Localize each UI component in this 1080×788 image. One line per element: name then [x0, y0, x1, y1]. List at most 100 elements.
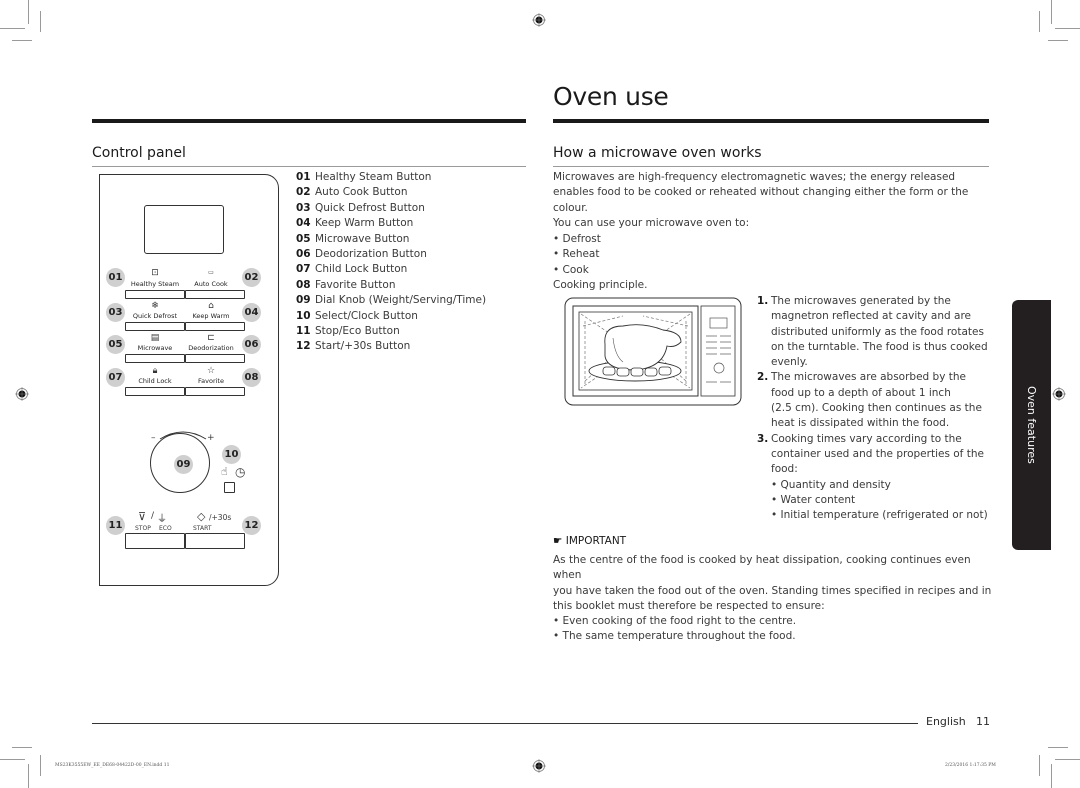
important-note: ☛ IMPORTANT As the centre of the food is… — [553, 534, 993, 645]
uses-intro: You can use your microwave oven to: — [553, 216, 750, 229]
legend-text: Child Lock Button — [315, 263, 408, 276]
intro-line: colour. — [553, 201, 588, 214]
step-item: 1. The microwaves generated by the magne… — [757, 294, 997, 370]
keep-warm-button[interactable] — [185, 322, 245, 331]
principle-label: Cooking principle. — [553, 279, 648, 292]
important-bullet: The same temperature throughout the food… — [553, 629, 993, 644]
registration-mark-icon — [1052, 387, 1066, 401]
legend-item: 01 Healthy Steam Button — [296, 170, 431, 185]
legend-number: 09 — [296, 294, 311, 307]
quick-defrost-button[interactable] — [125, 322, 185, 331]
stop-slash: / — [151, 511, 155, 521]
start-button[interactable] — [185, 533, 245, 549]
step-line: Cooking times vary according to the — [771, 432, 962, 445]
crop-mark — [1051, 0, 1052, 24]
important-bullet: Even cooking of the food right to the ce… — [553, 614, 993, 629]
section-rule — [92, 166, 526, 167]
intro-paragraph: Microwaves are high-frequency electromag… — [553, 170, 993, 293]
legend-number: 11 — [296, 325, 311, 337]
legend-number: 08 — [296, 278, 311, 291]
registration-mark-icon — [532, 759, 546, 773]
use-item: Reheat — [553, 247, 993, 262]
auto-cook-label: Auto Cook — [194, 280, 228, 288]
callout-09: 09 — [174, 455, 193, 474]
eco-label: ECO — [159, 525, 172, 532]
stop-eco-button[interactable] — [125, 533, 185, 549]
legend-item: 08 Favorite Button — [296, 278, 395, 293]
legend-number: 01 — [296, 171, 311, 183]
callout-12: 12 — [242, 516, 261, 535]
crop-mark — [1051, 764, 1052, 788]
auto-icon: ▭ — [208, 269, 214, 276]
select-clock-button[interactable] — [224, 482, 235, 493]
display-screen — [144, 205, 224, 254]
crop-mark — [40, 11, 41, 32]
microwave-illustration — [564, 297, 742, 406]
callout-02: 02 — [242, 268, 261, 287]
legend-text: Dial Knob (Weight/Serving/Time) — [315, 294, 487, 307]
timestamp: 2/23/2016 1:17:35 PM — [945, 763, 996, 768]
legend-text: Healthy Steam Button — [315, 171, 432, 183]
legend-item: 10 Select/Clock Button — [296, 309, 418, 324]
legend-number: 02 — [296, 186, 311, 199]
crop-mark — [28, 764, 29, 788]
legend-item: 09 Dial Knob (Weight/Serving/Time) — [296, 293, 486, 308]
crop-mark — [1039, 11, 1040, 32]
legend-item: 11 Stop/Eco Button — [296, 324, 400, 339]
favorite-button[interactable] — [185, 387, 245, 396]
intro-line: enables food to be cooked or reheated wi… — [553, 186, 969, 199]
start-extra-label: /+30s — [209, 513, 232, 522]
legend-item: 02 Auto Cook Button — [296, 185, 408, 200]
registration-mark-icon — [532, 13, 546, 27]
microwave-button[interactable] — [125, 354, 185, 363]
use-item: Cook — [553, 263, 993, 278]
section-tab-label: Oven features — [1025, 386, 1038, 464]
crop-mark — [1039, 755, 1040, 776]
legend-item: 05 Microwave Button — [296, 232, 409, 247]
deodorization-button[interactable] — [185, 354, 245, 363]
legend-number: 12 — [296, 340, 311, 353]
step-line: food: — [771, 463, 798, 476]
dial-minus: – — [151, 433, 156, 443]
registration-mark-icon — [15, 387, 29, 401]
step-line: on the turntable. The food is thus cooke… — [771, 340, 988, 353]
factor-item: Initial temperature (refrigerated or not… — [771, 508, 988, 523]
how-it-works-heading: How a microwave oven works — [553, 145, 762, 161]
step-line: (2.5 cm). Cooking then continues as the — [771, 402, 982, 415]
step-number: 3. — [757, 432, 769, 445]
healthy-steam-button[interactable] — [125, 290, 185, 299]
keep-warm-label: Keep Warm — [192, 312, 230, 320]
favorite-label: Favorite — [198, 377, 224, 385]
legend-number: 06 — [296, 248, 311, 260]
legend-item: 03 Quick Defrost Button — [296, 201, 425, 216]
step-line: container used and the properties of the — [771, 447, 984, 460]
legend-text: Stop/Eco Button — [315, 325, 400, 337]
deodorization-label: Deodorization — [188, 344, 234, 352]
crop-mark — [0, 28, 25, 29]
use-item: Defrost — [553, 232, 993, 247]
callout-10: 10 — [222, 445, 241, 464]
stop-icon: ⊽ — [138, 510, 147, 523]
crop-mark — [28, 0, 29, 24]
factor-item: Quantity and density — [771, 478, 988, 493]
step-line: distributed uniformly as the food rotate… — [771, 325, 984, 338]
child-lock-button[interactable] — [125, 387, 185, 396]
dial-plus: + — [207, 433, 215, 443]
file-info: MS23K3555EW_EE_DE68-04422D-00_EN.indd 11 — [55, 763, 170, 768]
step-line: The microwaves are absorbed by the — [771, 371, 967, 384]
footer-language: English — [926, 715, 966, 728]
crop-mark — [1055, 759, 1080, 760]
star-icon: ☆ — [206, 366, 216, 376]
deodorization-icon: ⊏ — [207, 333, 215, 343]
legend-text: Favorite Button — [315, 278, 396, 291]
callout-04: 04 — [242, 303, 261, 322]
keep-warm-icon: ⌂ — [208, 301, 214, 311]
auto-cook-button[interactable] — [185, 290, 245, 299]
crop-mark — [1055, 28, 1080, 29]
eco-plug-icon: ⏚ — [157, 514, 167, 525]
legend-item: 06 Deodorization Button — [296, 247, 427, 262]
legend-text: Microwave Button — [315, 232, 410, 245]
pointing-hand-icon: ☛ — [553, 535, 563, 547]
title-rule-right — [553, 119, 989, 123]
section-rule — [553, 166, 989, 167]
